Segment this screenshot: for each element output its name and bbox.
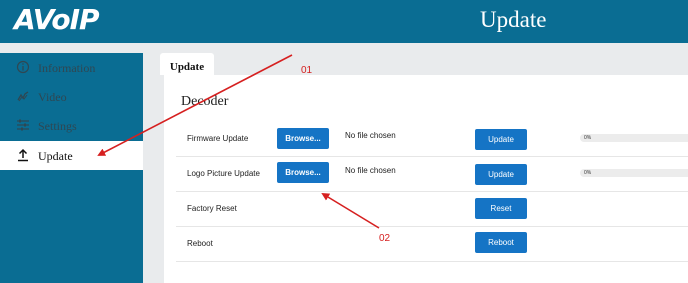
sidebar-item-label: Video: [38, 90, 67, 104]
sidebar-item-update[interactable]: Update: [0, 141, 143, 170]
tab-update[interactable]: Update: [160, 53, 214, 75]
firmware-update-button[interactable]: Update: [475, 129, 527, 150]
page-title: Update: [480, 7, 547, 32]
sidebar: Information Video Settings Update: [0, 53, 143, 283]
row-label: Reboot: [187, 239, 213, 248]
reset-button[interactable]: Reset: [475, 198, 527, 219]
update-panel: Decoder Firmware Update Browse... No fil…: [164, 75, 688, 283]
reboot-button[interactable]: Reboot: [475, 232, 527, 253]
upload-icon: [18, 148, 28, 162]
row-label: Firmware Update: [187, 134, 249, 143]
settings-icon: [17, 119, 29, 131]
file-status: No file chosen: [345, 166, 396, 175]
sidebar-item-settings[interactable]: Settings: [0, 111, 143, 140]
logo-progress-bar: 0%: [580, 169, 688, 177]
logo-update-row: Logo Picture Update Browse... No file ch…: [176, 157, 688, 192]
video-icon: [17, 91, 29, 102]
info-icon: [16, 60, 30, 74]
sidebar-item-information[interactable]: Information: [0, 53, 143, 82]
section-title: Decoder: [181, 94, 229, 109]
row-label: Logo Picture Update: [187, 169, 260, 178]
main-content: Update Decoder Firmware Update Browse...…: [158, 53, 688, 283]
sidebar-item-label: Information: [38, 61, 96, 75]
firmware-update-row: Firmware Update Browse... No file chosen…: [176, 122, 688, 157]
logo-browse-button[interactable]: Browse...: [277, 162, 329, 183]
firmware-browse-button[interactable]: Browse...: [277, 128, 329, 149]
sidebar-item-label: Settings: [38, 119, 77, 133]
reboot-row: Reboot Reboot: [176, 227, 688, 262]
factory-reset-row: Factory Reset Reset: [176, 192, 688, 227]
row-label: Factory Reset: [187, 204, 237, 213]
sidebar-item-video[interactable]: Video: [0, 82, 143, 111]
file-status: No file chosen: [345, 131, 396, 140]
logo-update-button[interactable]: Update: [475, 164, 527, 185]
logo: AVoIP: [14, 3, 100, 36]
top-bar: AVoIP Update: [0, 0, 688, 43]
sidebar-item-label: Update: [38, 149, 73, 163]
firmware-progress-bar: 0%: [580, 134, 688, 142]
annotation-label-02: 02: [379, 233, 391, 244]
annotation-label-01: 01: [301, 65, 313, 76]
